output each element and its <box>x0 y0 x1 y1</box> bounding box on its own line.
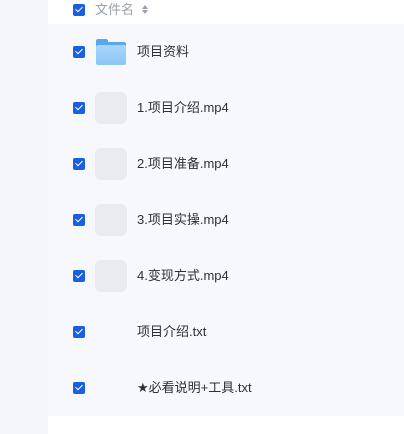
file-name[interactable]: 3.项目实操.mp4 <box>137 212 229 228</box>
file-row[interactable]: 4.变现方式.mp4 <box>48 248 404 304</box>
file-name[interactable]: 2.项目准备.mp4 <box>137 156 229 172</box>
video-thumbnail-icon <box>95 204 127 236</box>
column-header-filename[interactable]: 文件名 <box>95 2 134 18</box>
video-thumbnail-icon <box>95 260 127 292</box>
file-row-folder[interactable]: 项目资料 <box>48 24 404 80</box>
row-checkbox[interactable] <box>73 382 85 394</box>
row-checkbox[interactable] <box>73 102 85 114</box>
row-checkbox[interactable] <box>73 326 85 338</box>
file-name[interactable]: 1.项目介绍.mp4 <box>137 100 229 116</box>
file-row[interactable]: 1.项目介绍.mp4 <box>48 80 404 136</box>
select-all-checkbox[interactable] <box>73 4 85 16</box>
video-thumbnail-icon <box>95 148 127 180</box>
file-name[interactable]: 4.变现方式.mp4 <box>137 268 229 284</box>
row-checkbox[interactable] <box>73 46 85 58</box>
file-name[interactable]: ★必看说明+工具.txt <box>137 380 252 396</box>
file-name[interactable]: 项目资料 <box>137 44 189 60</box>
sort-icon[interactable] <box>142 4 149 16</box>
file-list-panel: 文件名 项目资料 1.项目介绍.mp4 2.项目准备.mp4 3.项目实操.mp… <box>48 0 404 434</box>
row-checkbox[interactable] <box>73 158 85 170</box>
row-checkbox[interactable] <box>73 270 85 282</box>
folder-icon <box>96 39 126 65</box>
file-list: 项目资料 1.项目介绍.mp4 2.项目准备.mp4 3.项目实操.mp4 4.… <box>48 24 404 416</box>
file-row[interactable]: 3.项目实操.mp4 <box>48 192 404 248</box>
file-row[interactable]: 项目介绍.txt <box>48 304 404 360</box>
file-row[interactable]: 2.项目准备.mp4 <box>48 136 404 192</box>
sidebar <box>0 0 48 434</box>
video-thumbnail-icon <box>95 92 127 124</box>
file-row[interactable]: ★必看说明+工具.txt <box>48 360 404 416</box>
file-list-header: 文件名 <box>48 0 404 24</box>
row-checkbox[interactable] <box>73 214 85 226</box>
file-name[interactable]: 项目介绍.txt <box>137 324 206 340</box>
